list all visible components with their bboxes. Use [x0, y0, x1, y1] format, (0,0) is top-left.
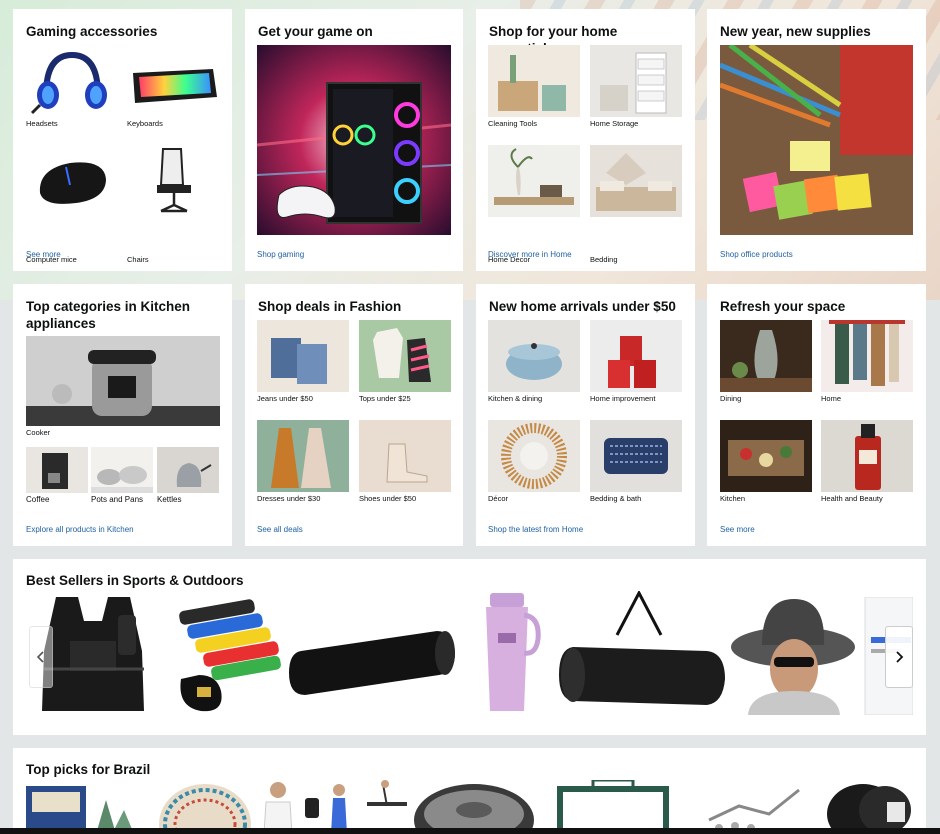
item-caption[interactable]: Kitchen & dining: [488, 394, 542, 403]
lego-set-image[interactable]: [26, 780, 136, 834]
pillow-image[interactable]: [590, 420, 682, 492]
cooker-image[interactable]: [26, 336, 220, 426]
cleaning-tools-image[interactable]: [488, 45, 580, 117]
tops-image[interactable]: [359, 320, 451, 392]
section-title: Top picks for Brazil: [26, 762, 151, 777]
mouse-image[interactable]: [26, 145, 118, 217]
mirror-image[interactable]: [488, 420, 580, 492]
card-refresh-your-space: Refresh your space Dining Home Kitchen H…: [707, 284, 926, 546]
green-case-image[interactable]: [553, 780, 673, 834]
tool-kit-image[interactable]: [699, 780, 819, 834]
item-caption[interactable]: Pots and Pans: [91, 495, 143, 504]
card-title: Get your game on: [258, 24, 373, 39]
item-caption[interactable]: Jeans under $50: [257, 394, 313, 403]
see-more-link[interactable]: See more: [26, 250, 61, 259]
item-caption[interactable]: Home: [821, 394, 841, 403]
shop-latest-home-link[interactable]: Shop the latest from Home: [488, 525, 583, 534]
card-title: New home arrivals under $50: [489, 299, 676, 314]
see-more-link[interactable]: See more: [720, 525, 755, 534]
shop-gaming-link[interactable]: Shop gaming: [257, 250, 304, 259]
item-caption[interactable]: Cleaning Tools: [488, 119, 537, 128]
best-sellers-carousel: Best Sellers in Sports & Outdoors: [13, 559, 926, 735]
chevron-left-icon: [36, 651, 44, 663]
home-storage-image[interactable]: [590, 45, 682, 117]
top-picks-carousel: Top picks for Brazil: [13, 748, 926, 834]
chair-image[interactable]: [127, 145, 219, 217]
section-title: Best Sellers in Sports & Outdoors: [26, 573, 244, 588]
health-beauty-image[interactable]: [821, 420, 913, 492]
card-get-your-game-on: Get your game on Shop gaming: [245, 9, 463, 271]
dresses-image[interactable]: [257, 420, 349, 492]
keyboard-image[interactable]: [127, 45, 219, 117]
item-caption[interactable]: Cooker: [26, 428, 50, 437]
item-caption[interactable]: Tops under $25: [359, 394, 411, 403]
resistance-bands-image[interactable]: [173, 591, 285, 715]
card-kitchen-appliances: Top categories in Kitchen appliances Coo…: [13, 284, 232, 546]
item-caption[interactable]: Bedding & bath: [590, 494, 641, 503]
item-caption[interactable]: Shoes under $50: [359, 494, 416, 503]
shop-office-link[interactable]: Shop office products: [720, 250, 793, 259]
office-supplies-image[interactable]: [720, 45, 913, 235]
woven-rug-image[interactable]: [158, 780, 252, 834]
card-new-home-arrivals: New home arrivals under $50 Kitchen & di…: [476, 284, 695, 546]
weight-plates-image[interactable]: [823, 780, 913, 834]
jeans-image[interactable]: [257, 320, 349, 392]
card-title: Refresh your space: [720, 299, 846, 314]
card-gaming-accessories: Gaming accessories Headsets Keyboards Co…: [13, 9, 232, 271]
card-title: Top categories in Kitchen appliances: [26, 299, 191, 331]
discover-home-link[interactable]: Discover more in Home: [488, 250, 572, 259]
paint-cans-image[interactable]: [590, 320, 682, 392]
item-caption[interactable]: Kitchen: [720, 494, 745, 503]
rice-cooker-image[interactable]: [409, 780, 539, 834]
shoes-image[interactable]: [359, 420, 451, 492]
headset-image[interactable]: [26, 45, 118, 117]
fitness-tracker-image[interactable]: [303, 780, 413, 834]
item-caption[interactable]: Dining: [720, 394, 741, 403]
home-decor-image[interactable]: [488, 145, 580, 217]
card-title: Gaming accessories: [26, 24, 158, 39]
explore-kitchen-link[interactable]: Explore all products in Kitchen: [26, 525, 134, 534]
dutch-oven-image[interactable]: [488, 320, 580, 392]
item-caption[interactable]: Bedding: [590, 255, 618, 264]
card-fashion-deals: Shop deals in Fashion Jeans under $50 To…: [245, 284, 463, 546]
card-title: Shop deals in Fashion: [258, 299, 402, 314]
home-towels-image[interactable]: [821, 320, 913, 392]
see-all-deals-link[interactable]: See all deals: [257, 525, 303, 534]
item-caption[interactable]: Keyboards: [127, 119, 163, 128]
item-caption[interactable]: Dresses under $30: [257, 494, 320, 503]
carousel-next-button[interactable]: [885, 626, 913, 688]
item-caption[interactable]: Coffee: [26, 495, 49, 504]
yoga-mat-image[interactable]: [557, 591, 727, 715]
card-home-essentials: Shop for your home essentials Cleaning T…: [476, 9, 695, 271]
bedding-image[interactable]: [590, 145, 682, 217]
card-new-year-supplies: New year, new supplies Shop office produ…: [707, 9, 926, 271]
dining-image[interactable]: [720, 320, 812, 392]
kettles-image[interactable]: [157, 447, 219, 493]
item-caption[interactable]: Health and Beauty: [821, 494, 883, 503]
foam-roller-image[interactable]: [287, 591, 457, 715]
card-title: New year, new supplies: [720, 24, 871, 39]
chevron-right-icon: [896, 651, 904, 663]
gaming-pc-image[interactable]: [257, 45, 451, 235]
sun-hat-image[interactable]: [728, 591, 858, 715]
item-caption[interactable]: Chairs: [127, 255, 149, 264]
pots-and-pans-image[interactable]: [91, 447, 153, 493]
tumbler-image[interactable]: [468, 591, 548, 715]
item-caption[interactable]: Home Storage: [590, 119, 638, 128]
kitchen-board-image[interactable]: [720, 420, 812, 492]
apparel-model-image[interactable]: [258, 780, 298, 834]
carousel-prev-button[interactable]: [29, 626, 53, 688]
item-caption[interactable]: Headsets: [26, 119, 58, 128]
item-caption[interactable]: Décor: [488, 494, 508, 503]
coffee-image[interactable]: [26, 447, 88, 493]
item-caption[interactable]: Kettles: [157, 495, 181, 504]
item-caption[interactable]: Home improvement: [590, 394, 655, 403]
page-bottom-edge: [0, 828, 940, 834]
